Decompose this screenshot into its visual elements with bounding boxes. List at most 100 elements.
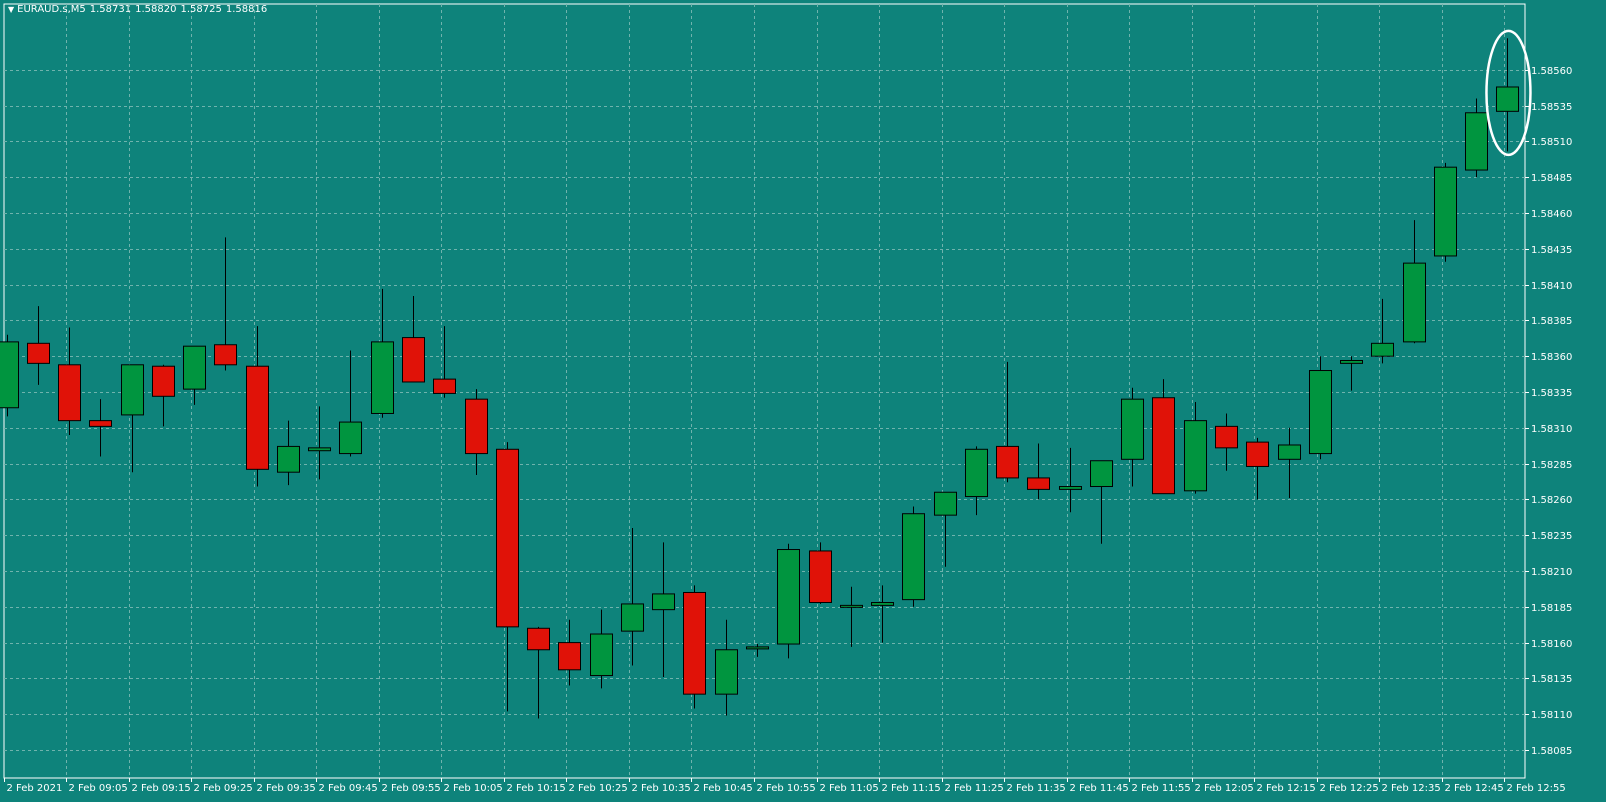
candle[interactable] xyxy=(1090,460,1113,544)
candle-body xyxy=(558,642,581,671)
candle[interactable] xyxy=(715,619,738,716)
candle[interactable] xyxy=(1496,38,1519,152)
candle[interactable] xyxy=(1371,298,1394,364)
candle[interactable] xyxy=(183,345,206,405)
candle-body xyxy=(965,448,988,498)
candle[interactable] xyxy=(871,585,894,643)
chart-window[interactable]: 1.58560 1.58535 1.58510 1.58485 1.58460 1.584… xyxy=(0,0,1606,802)
candle[interactable] xyxy=(246,326,269,487)
candle-body xyxy=(1246,441,1269,467)
grid xyxy=(3,3,1526,779)
x-tick-label: 2 Feb 10:35 xyxy=(632,783,691,794)
candle[interactable] xyxy=(809,542,832,604)
y-tick-label: 1.58535 xyxy=(1531,102,1572,113)
x-tick-label: 2 Feb 10:05 xyxy=(444,783,503,794)
candle[interactable] xyxy=(1059,447,1082,513)
candle[interactable] xyxy=(496,442,519,712)
candle-body xyxy=(402,337,425,383)
x-tick-label: 2 Feb 09:25 xyxy=(194,783,253,794)
candle-body xyxy=(683,591,706,695)
candle[interactable] xyxy=(339,350,362,457)
x-tick-label: 2 Feb 12:45 xyxy=(1445,783,1504,794)
candle-body xyxy=(1371,342,1394,357)
candle[interactable] xyxy=(996,361,1019,483)
candle[interactable] xyxy=(590,609,613,689)
candle[interactable] xyxy=(1465,98,1488,178)
candle-body xyxy=(652,593,675,611)
candle[interactable] xyxy=(277,420,300,486)
candle[interactable] xyxy=(652,542,675,677)
candle[interactable] xyxy=(1434,162,1457,262)
candle[interactable] xyxy=(214,237,237,371)
y-tick-label: 1.58160 xyxy=(1531,639,1572,650)
y-tick-label: 1.58235 xyxy=(1531,531,1572,542)
candle[interactable] xyxy=(1278,427,1301,498)
candle-body xyxy=(746,646,769,650)
candle[interactable] xyxy=(621,528,644,666)
candle-body xyxy=(1434,166,1457,257)
open-value: 1.58731 xyxy=(89,4,132,15)
y-tick-label: 1.58560 xyxy=(1531,66,1572,77)
candle-body xyxy=(590,633,613,677)
candle[interactable] xyxy=(777,543,800,659)
candle[interactable] xyxy=(371,288,394,418)
y-tick-label: 1.58335 xyxy=(1531,388,1572,399)
candle-body xyxy=(1278,444,1301,460)
candle[interactable] xyxy=(1309,356,1332,460)
candle[interactable] xyxy=(934,491,957,567)
candle-body xyxy=(183,345,206,390)
x-tick-label: 2 Feb 11:15 xyxy=(882,783,941,794)
dropdown-arrow-icon[interactable]: ▼ xyxy=(8,5,14,14)
candle[interactable] xyxy=(1152,379,1175,495)
symbol-info-bar: ▼ EURAUD.s,M5 1.58731 1.58820 1.58725 1.58816 xyxy=(8,4,271,15)
y-tick-label: 1.58110 xyxy=(1531,710,1572,721)
candle[interactable] xyxy=(89,399,112,457)
candle-body xyxy=(996,445,1019,479)
candle-body xyxy=(715,649,738,695)
candle-body xyxy=(1184,420,1207,492)
candle[interactable] xyxy=(683,585,706,709)
y-tick-label: 1.58385 xyxy=(1531,316,1572,327)
candle-body xyxy=(371,341,394,414)
y-tick-label: 1.58485 xyxy=(1531,173,1572,184)
candle[interactable] xyxy=(1027,443,1050,500)
candlestick-chart[interactable]: 1.58560 1.58535 1.58510 1.58485 1.58460 1.584… xyxy=(0,0,1606,802)
candle[interactable] xyxy=(433,326,456,398)
candle-body xyxy=(1215,425,1238,449)
candle[interactable] xyxy=(840,586,863,647)
candle-body xyxy=(1027,477,1050,490)
candle-body xyxy=(621,603,644,632)
candle-body xyxy=(1309,370,1332,455)
candle[interactable] xyxy=(58,327,81,435)
candle-body xyxy=(0,341,19,409)
candle[interactable] xyxy=(308,406,331,480)
candle[interactable] xyxy=(121,364,144,473)
candle[interactable] xyxy=(1215,413,1238,471)
y-tick-label: 1.58135 xyxy=(1531,674,1572,685)
candle[interactable] xyxy=(1184,402,1207,494)
candle[interactable] xyxy=(1403,220,1426,344)
candle[interactable] xyxy=(465,389,488,476)
high-value: 1.58820 xyxy=(135,4,177,15)
candle[interactable] xyxy=(746,644,769,657)
candle[interactable] xyxy=(152,364,175,427)
candle[interactable] xyxy=(1246,437,1269,500)
y-tick-label: 1.58285 xyxy=(1531,460,1572,471)
candle[interactable] xyxy=(558,619,581,686)
candle[interactable] xyxy=(1121,387,1144,487)
candle[interactable] xyxy=(27,306,50,385)
candle-body xyxy=(246,365,269,470)
candle-body xyxy=(89,420,112,427)
candle[interactable] xyxy=(0,334,19,417)
x-tick-label: 2 Feb 10:45 xyxy=(694,783,753,794)
candle[interactable] xyxy=(965,446,988,516)
candle[interactable] xyxy=(902,506,925,607)
y-tick-label: 1.58435 xyxy=(1531,245,1572,256)
x-tick-label: 2 Feb 09:35 xyxy=(257,783,316,794)
x-tick-label: 2 Feb 11:55 xyxy=(1132,783,1191,794)
candle[interactable] xyxy=(1340,356,1363,391)
candle-body xyxy=(308,447,331,452)
candle[interactable] xyxy=(527,626,550,719)
candles xyxy=(0,38,1519,719)
candle[interactable] xyxy=(402,296,425,383)
